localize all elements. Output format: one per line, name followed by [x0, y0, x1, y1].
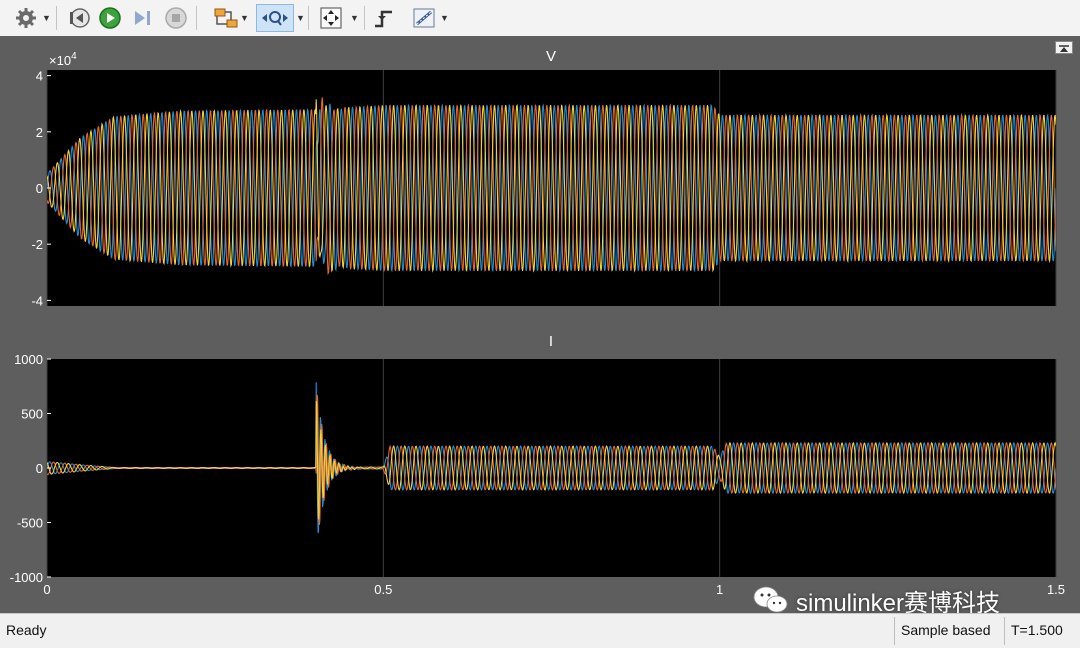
- toolbar-separator: [308, 6, 309, 30]
- status-ready-text: Ready: [6, 622, 47, 638]
- voltage-plot-title: V: [546, 48, 556, 65]
- toolbar-separator: [196, 6, 197, 30]
- chevron-down-icon: ▼: [240, 13, 249, 23]
- wechat-logo-icon: [753, 586, 788, 613]
- chevron-down-icon[interactable]: ▼: [296, 13, 305, 23]
- voltage-plot: 420-2-4 V ×104: [31, 48, 1057, 308]
- step-back-button[interactable]: [64, 4, 94, 32]
- current-plot-title: I: [549, 333, 553, 350]
- triggers-button[interactable]: [370, 4, 398, 32]
- highlight-icon: [214, 8, 238, 28]
- y-tick-label: -1000: [10, 570, 43, 585]
- chevron-down-icon: ▼: [42, 13, 51, 23]
- fit-to-view-button[interactable]: [314, 4, 348, 32]
- y-tick-label: 1000: [14, 352, 43, 367]
- scope-plots: 420-2-4 V ×104 10005000-500-1000 I 0 0.5 1…: [0, 36, 1080, 613]
- play-icon: [99, 7, 121, 29]
- highlight-signal-button[interactable]: ▼: [202, 4, 250, 32]
- y-tick-label: -2: [31, 237, 43, 252]
- y-tick-label: 0: [36, 181, 43, 196]
- toolbar-separator: [364, 6, 365, 30]
- stop-icon: [165, 7, 187, 29]
- scope-toolbar: ▼ ▼ ▼ ▼ ▼: [0, 0, 1080, 37]
- ruler-icon: [413, 8, 435, 28]
- simulation-time-indicator: T=1.500: [1004, 617, 1080, 645]
- y-tick-label: -500: [17, 516, 43, 531]
- x-tick-label: 1.5: [1047, 582, 1065, 597]
- run-button[interactable]: [96, 4, 124, 32]
- measurements-button[interactable]: ▼: [402, 4, 449, 32]
- x-tick-label: 0.5: [374, 582, 392, 597]
- y-tick-label: -4: [31, 293, 43, 308]
- step-forward-icon: [135, 11, 150, 25]
- undock-button[interactable]: [1055, 41, 1073, 54]
- x-tick-label: 0: [43, 582, 50, 597]
- zoom-x-icon: [262, 11, 288, 26]
- y-tick-label: 0: [36, 461, 43, 476]
- y-tick-label: 4: [36, 69, 43, 84]
- chevron-down-icon: ▼: [440, 13, 449, 23]
- fit-to-view-icon: [320, 7, 342, 29]
- settings-button[interactable]: ▼: [8, 4, 51, 32]
- status-bar: Ready Sample based T=1.500: [0, 613, 1080, 648]
- trigger-icon: [375, 10, 392, 28]
- gear-icon: [16, 8, 36, 28]
- step-back-icon: [70, 8, 90, 28]
- y-tick-label: 2: [36, 125, 43, 140]
- zoom-x-button[interactable]: [256, 4, 294, 32]
- x-tick-label: 1: [716, 582, 723, 597]
- voltage-traces: [47, 97, 1056, 275]
- sample-mode-indicator: Sample based: [894, 617, 1004, 645]
- y-tick-label: 500: [21, 407, 43, 422]
- step-forward-button[interactable]: [128, 4, 156, 32]
- current-plot: 1000 500 0 -500 -1000 I: [10, 333, 1057, 585]
- undock-icon: [1059, 45, 1069, 52]
- toolbar-separator: [56, 6, 57, 30]
- chevron-down-icon[interactable]: ▼: [350, 13, 359, 23]
- stop-button[interactable]: [162, 4, 190, 32]
